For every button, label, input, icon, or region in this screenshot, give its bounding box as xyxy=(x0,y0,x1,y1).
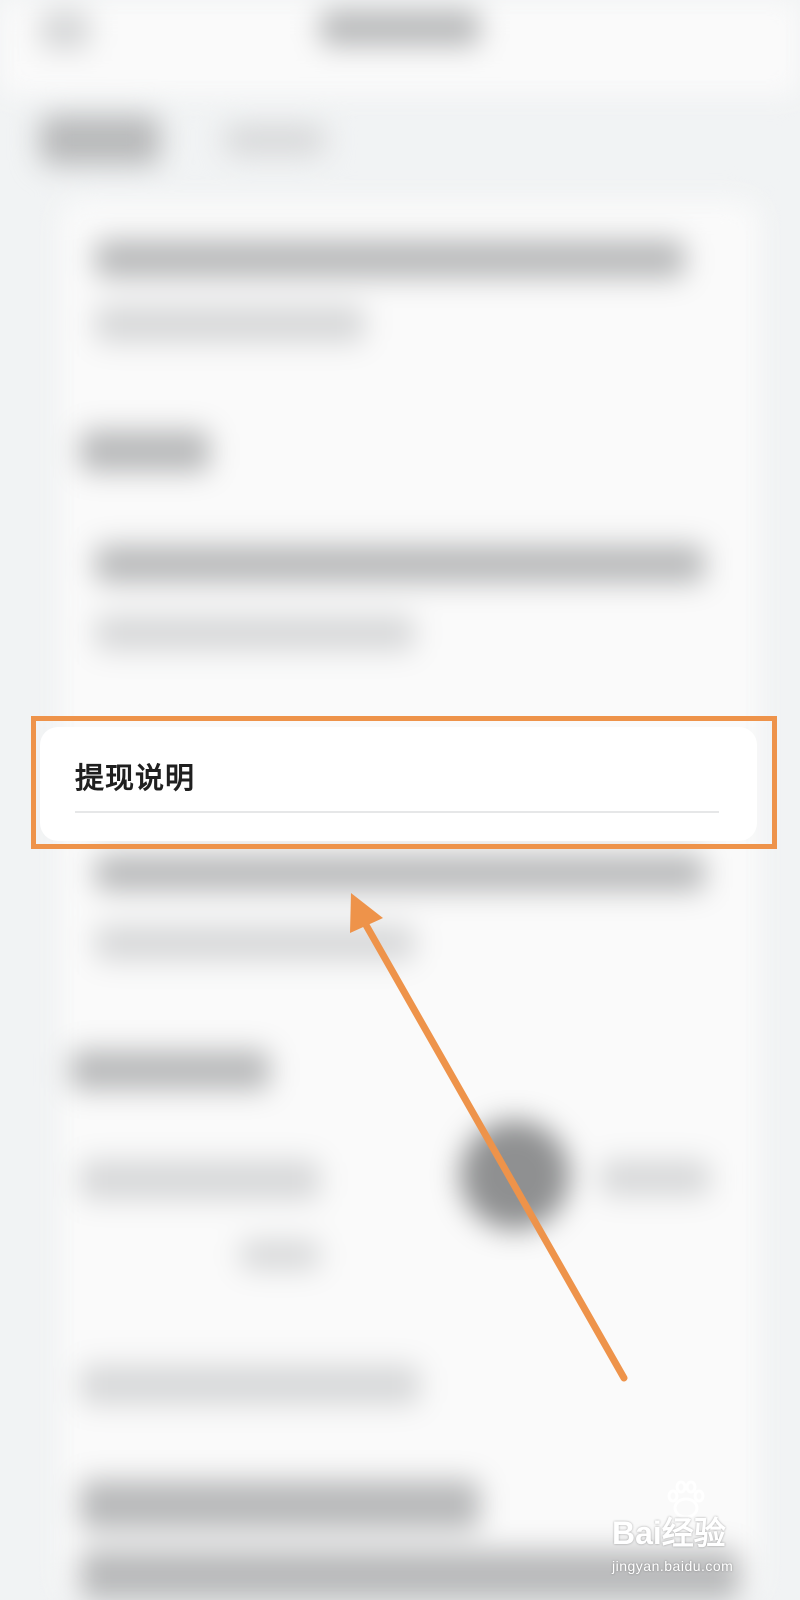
blurred-text xyxy=(95,305,365,343)
blurred-text xyxy=(95,545,705,583)
blurred-title xyxy=(320,10,480,46)
blurred-tab-active xyxy=(40,115,160,165)
blurred-avatar xyxy=(460,1120,570,1230)
blurred-text xyxy=(95,925,415,961)
watermark: Bai经验 jingyan.baidu.com xyxy=(612,1478,762,1578)
blurred-back xyxy=(40,10,90,50)
blurred-text xyxy=(80,1480,480,1530)
blurred-text xyxy=(80,1365,420,1405)
blurred-heading xyxy=(80,430,210,472)
blurred-text xyxy=(95,615,415,651)
blurred-heading xyxy=(70,1050,270,1090)
watermark-url: jingyan.baidu.com xyxy=(612,1558,734,1574)
highlight-frame xyxy=(31,716,777,849)
blurred-text xyxy=(80,1160,320,1200)
blurred-text xyxy=(600,1160,710,1196)
watermark-logo: Bai经验 xyxy=(612,1515,726,1551)
blurred-tab xyxy=(225,125,325,155)
blurred-text xyxy=(95,855,705,891)
blurred-text xyxy=(240,1240,320,1270)
blurred-text xyxy=(95,240,685,278)
